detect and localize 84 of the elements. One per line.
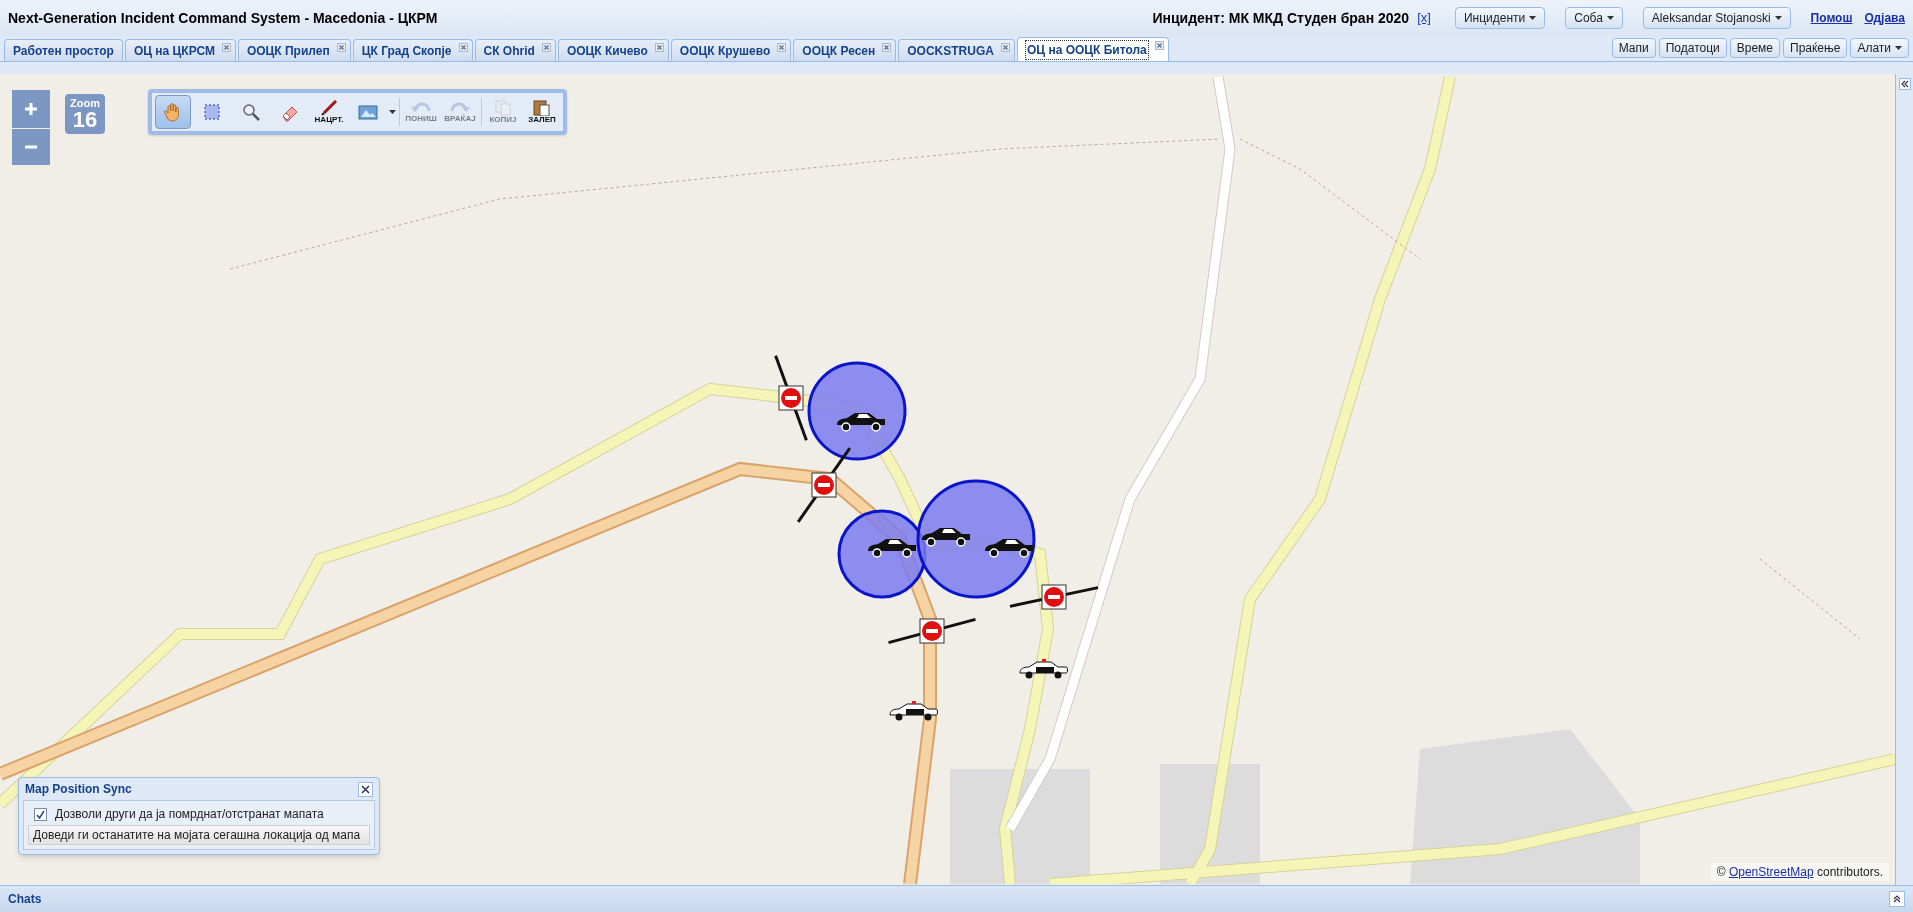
close-icon[interactable] [1154,41,1164,50]
close-icon[interactable] [654,43,664,52]
tab[interactable]: ЦК Град Скопје [352,39,473,61]
tab[interactable]: ОЦ на ЦКРСМ [124,39,236,61]
view-button[interactable]: Време [1729,38,1781,58]
zone-circle[interactable] [916,479,1036,599]
close-icon[interactable] [541,43,551,52]
tab[interactable]: ООЦК Прилеп [237,39,351,61]
double-chevron-left-icon [1900,80,1909,88]
tab-label: ОЦ на ООЦК Битола [1025,40,1148,59]
copy-icon [492,100,514,116]
no-entry-sign-icon[interactable] [796,447,852,523]
close-icon[interactable] [458,43,468,52]
caret-icon [389,110,396,114]
car-icon[interactable] [985,539,1033,558]
caret-icon [1606,16,1614,20]
tab[interactable]: ОЦ на ООЦК Битола [1016,37,1169,61]
incident-title: Инцидент: МК МКД Студен бран 2020 [1152,8,1410,28]
close-icon[interactable] [777,43,787,52]
tab-label: ООЦК Ресен [802,42,876,60]
tab-label: ООЦК Кичево [566,42,648,60]
close-incident-link[interactable]: [x] [1417,8,1431,28]
caret-icon [1774,16,1782,20]
search-icon [240,101,262,123]
expand-button[interactable] [1898,78,1911,90]
no-entry-sign-icon[interactable] [1009,584,1099,610]
close-icon[interactable] [221,43,231,52]
police-car-icon[interactable] [889,701,938,721]
no-entry-sign-icon[interactable] [774,355,808,441]
plus-icon [24,102,38,116]
panel-title: Map Position Sync [25,781,132,798]
zoom-label: Zoom [70,97,100,109]
tab[interactable]: ООЦК Крушево [670,39,792,61]
view-button[interactable]: Податоци [1658,38,1727,58]
minus-icon [24,145,38,149]
tab-label: ОЦ на ЦКРСМ [133,42,215,60]
car-icon[interactable] [868,539,916,558]
check-icon [36,809,45,819]
tab[interactable]: Работен простор [4,39,123,61]
tab-label: СК Ohrid [483,42,535,60]
clipboard-icon [531,100,553,116]
caret-icon [1529,16,1537,20]
police-car-icon[interactable] [1019,659,1068,679]
attribution: © OpenStreetMap contributors. [1710,863,1889,881]
menu-button[interactable]: Aleksandar Stojanoski [1642,7,1791,29]
tab[interactable]: OOCKSTRUGA [898,39,1015,61]
openstreetmap-link[interactable]: OpenStreetMap [1728,865,1814,879]
tool-button[interactable]: НАЦРТ. [311,95,347,129]
tab-label: ООЦК Крушево [679,42,771,60]
car-icon[interactable] [922,528,970,547]
view-button[interactable]: Праќење [1783,38,1848,58]
close-icon[interactable] [1000,43,1010,52]
checkbox[interactable] [34,807,47,821]
menu-button[interactable]: Инциденти [1454,7,1546,29]
caret-icon [1895,46,1902,50]
tab-label: ЦК Град Скопје [361,42,452,60]
header-link[interactable]: Одјава [1864,9,1905,27]
menu-button[interactable]: Соба [1565,7,1623,29]
tab-label: OOCKSTRUGA [907,42,994,60]
zoom-level: 16 [72,108,98,131]
close-icon[interactable] [336,43,346,52]
close-icon[interactable] [882,43,892,52]
bring-others-button[interactable]: Доведи ги останатите на мојата сегашна локација од мапа [28,825,370,845]
checkbox-label: Дозволи други да ја помрднат/отстранат мапата [55,806,324,823]
tab[interactable]: СК Ohrid [474,39,556,61]
double-chevron-up-icon [1893,895,1901,903]
tab-label: Работен простор [13,42,114,60]
tab[interactable]: ООЦК Ресен [793,39,897,61]
no-entry-sign-icon[interactable] [888,617,976,645]
header-link[interactable]: Помош [1810,9,1853,27]
zone-circle[interactable] [807,361,907,461]
tab-label: ООЦК Прилеп [246,42,330,60]
zoom-in-button[interactable] [12,90,50,128]
tab[interactable]: ООЦК Кичево [557,39,669,61]
tool-button[interactable]: ЗАЛЕП [524,95,560,129]
expand-button[interactable] [1889,891,1905,907]
close-icon [361,784,370,794]
tool-button[interactable] [155,95,191,129]
view-button[interactable]: Мапи [1611,38,1656,58]
view-button[interactable]: Алати [1850,38,1909,58]
window-title: Next-Generation Incident Command System - Macedonia - ЦКРМ [8,8,438,28]
chats-title: Chats [8,891,42,908]
close-button[interactable] [358,781,373,797]
car-icon[interactable] [837,413,885,432]
